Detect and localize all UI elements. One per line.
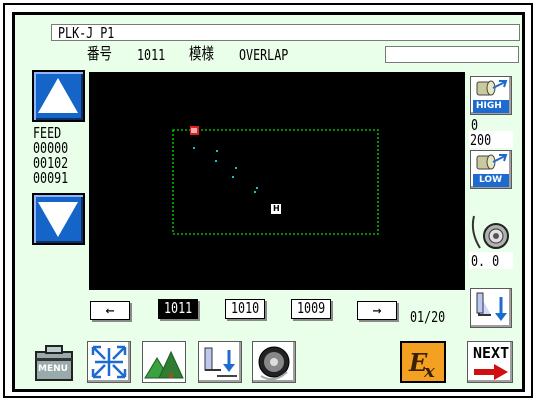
pager-item-label: 1011 xyxy=(164,299,193,317)
arrow-right-icon: → xyxy=(372,301,382,319)
pager-item-label: 1009 xyxy=(297,299,326,317)
speed-low-button[interactable]: LOW xyxy=(470,150,512,189)
pager-item-1009[interactable]: 1009 xyxy=(291,299,331,319)
next-button[interactable]: NEXT xyxy=(467,341,513,383)
high-label: HIGH xyxy=(476,101,502,111)
tension-value: 0. 0 xyxy=(471,252,500,270)
pattern-value: OVERLAP xyxy=(239,46,289,64)
spool-arrow-icon xyxy=(476,80,508,96)
number-value: 1011 xyxy=(137,46,166,64)
tension-value-field: 0. 0 xyxy=(469,252,513,269)
pager-next-button[interactable]: → xyxy=(357,301,397,320)
arrow-right-icon xyxy=(474,364,508,380)
pager-prev-button[interactable]: ← xyxy=(90,301,130,320)
needle-return-icon xyxy=(476,292,507,321)
pager-item-1010[interactable]: 1010 xyxy=(225,299,265,319)
zoom-fit-button[interactable] xyxy=(87,341,131,383)
embroidery-frame-outline xyxy=(172,129,379,235)
svg-text:x: x xyxy=(423,361,435,382)
next-label: NEXT xyxy=(473,344,510,362)
bobbin-button[interactable] xyxy=(252,341,296,383)
toolbox-icon xyxy=(35,345,73,381)
triangle-down-icon xyxy=(38,202,78,237)
low-label: LOW xyxy=(479,175,502,185)
title-bar: PLK-J P1 xyxy=(51,24,520,41)
feed-value-3: 00091 xyxy=(33,169,69,187)
page-indicator: 01/20 xyxy=(410,308,446,326)
spool-arrow-icon xyxy=(476,154,508,170)
menu-button[interactable]: MENU xyxy=(32,342,76,384)
high-badge: HIGH xyxy=(473,100,509,113)
speed-high-button[interactable]: HIGH xyxy=(470,76,512,115)
home-marker-label: H xyxy=(273,204,280,213)
landscape-button[interactable] xyxy=(142,341,186,383)
page-title: PLK-J P1 xyxy=(58,24,115,42)
needle-down-icon xyxy=(204,347,237,377)
menu-label: MENU xyxy=(38,364,68,374)
feed-up-button[interactable] xyxy=(32,70,85,122)
pattern-canvas xyxy=(172,126,379,235)
expand-arrows-icon xyxy=(91,345,127,379)
tension-dial-icon xyxy=(471,215,509,249)
header-extra-field xyxy=(385,46,519,63)
needle-position-button[interactable] xyxy=(198,341,242,383)
stitch-points xyxy=(193,147,258,193)
low-badge: LOW xyxy=(473,174,509,187)
speed-value-bottom: 200 xyxy=(470,131,492,149)
arrow-left-icon: ← xyxy=(105,301,115,319)
triangle-up-icon xyxy=(38,78,78,113)
exit-ex-icon: E x xyxy=(400,341,446,383)
return-origin-button[interactable] xyxy=(470,288,512,328)
feed-down-button[interactable] xyxy=(32,193,85,245)
pager-item-label: 1010 xyxy=(231,299,260,317)
pattern-label: 模様 xyxy=(189,44,214,63)
pattern-preview[interactable]: H xyxy=(89,72,465,290)
number-label: 番号 xyxy=(87,44,112,63)
pager-item-1011[interactable]: 1011 xyxy=(158,299,198,319)
thread-tension-button[interactable] xyxy=(468,212,514,252)
landscape-trees-icon xyxy=(143,342,185,382)
speed-value-field: 200 xyxy=(469,131,513,148)
exit-button[interactable]: E x xyxy=(400,341,446,383)
bobbin-icon xyxy=(258,346,290,381)
